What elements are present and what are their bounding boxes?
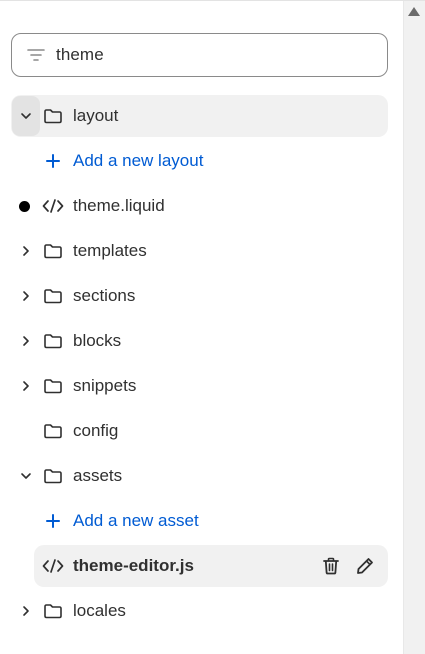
chevron-right-icon[interactable] — [17, 602, 35, 620]
folder-icon — [42, 421, 64, 441]
chevron-right-icon[interactable] — [17, 242, 35, 260]
folder-icon — [42, 106, 64, 126]
file-explorer-panel: theme layout Add a new layout theme.liqu… — [0, 0, 425, 654]
file-label: theme.liquid — [73, 196, 165, 215]
file-tree: layout Add a new layout theme.liquid tem… — [0, 94, 400, 634]
folder-label: blocks — [73, 331, 122, 350]
tree-folder-locales[interactable]: locales — [0, 589, 400, 634]
chevron-right-icon[interactable] — [17, 332, 35, 350]
file-actions — [320, 555, 376, 577]
search-value[interactable]: theme — [56, 45, 104, 65]
tree-folder-snippets[interactable]: snippets — [0, 364, 400, 409]
folder-icon — [42, 286, 64, 306]
folder-icon — [42, 601, 64, 621]
chevron-right-icon[interactable] — [17, 287, 35, 305]
tree-folder-templates[interactable]: templates — [0, 229, 400, 274]
delete-icon[interactable] — [320, 555, 342, 577]
tree-folder-layout[interactable]: layout — [0, 94, 400, 139]
add-layout-button[interactable]: Add a new layout — [0, 139, 400, 184]
add-layout-label: Add a new layout — [73, 151, 204, 170]
row-highlight — [11, 95, 388, 137]
folder-icon — [42, 376, 64, 396]
plus-icon — [44, 512, 62, 530]
unsaved-dot-icon — [19, 201, 30, 212]
chevron-down-icon[interactable] — [17, 107, 35, 125]
tree-folder-sections[interactable]: sections — [0, 274, 400, 319]
scroll-up-arrow-icon[interactable] — [408, 7, 420, 16]
search-input[interactable]: theme — [11, 33, 388, 77]
folder-label: templates — [73, 241, 147, 260]
code-icon — [42, 556, 64, 576]
tree-file-theme-editor-js[interactable]: theme-editor.js — [0, 544, 400, 589]
code-icon — [42, 196, 64, 216]
tree-file-theme-liquid[interactable]: theme.liquid — [0, 184, 400, 229]
tree-folder-assets[interactable]: assets — [0, 454, 400, 499]
folder-label: layout — [73, 106, 119, 125]
tree-folder-config[interactable]: config — [0, 409, 400, 454]
folder-icon — [42, 331, 64, 351]
folder-label: locales — [73, 601, 126, 620]
tree-folder-blocks[interactable]: blocks — [0, 319, 400, 364]
add-asset-button[interactable]: Add a new asset — [0, 499, 400, 544]
edit-pencil-icon[interactable] — [354, 555, 376, 577]
folder-icon — [42, 241, 64, 261]
chevron-down-icon[interactable] — [17, 467, 35, 485]
chevron-right-icon[interactable] — [17, 377, 35, 395]
folder-icon — [42, 466, 64, 486]
file-label: theme-editor.js — [73, 556, 194, 575]
folder-label: sections — [73, 286, 136, 305]
filter-lines-icon — [26, 45, 46, 65]
plus-icon — [44, 152, 62, 170]
add-asset-label: Add a new asset — [73, 511, 199, 530]
folder-label: assets — [73, 466, 123, 485]
folder-label: snippets — [73, 376, 137, 395]
folder-label: config — [73, 421, 119, 440]
scrollbar[interactable] — [403, 1, 425, 654]
